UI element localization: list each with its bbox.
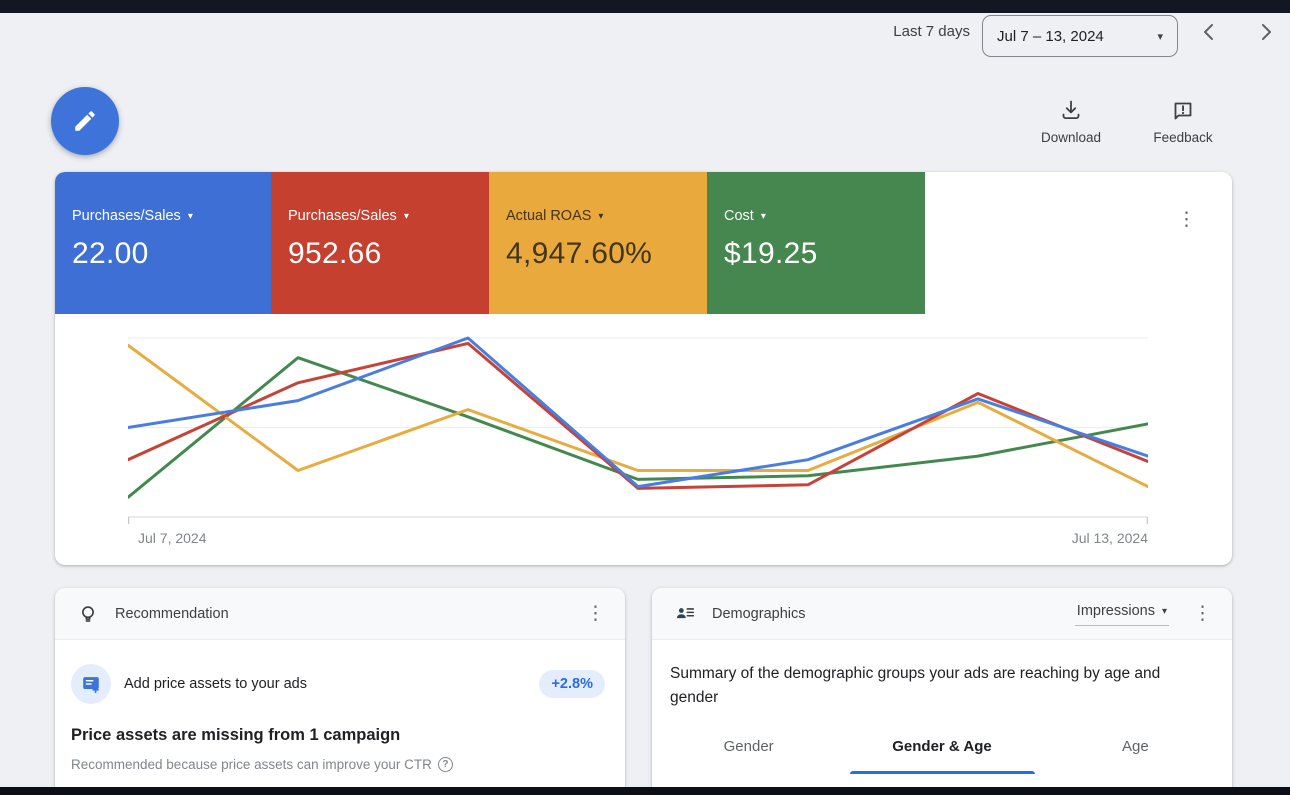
metric-value: 952.66 <box>288 237 382 270</box>
tab-gender[interactable]: Gender <box>652 728 845 769</box>
chart-line <box>128 341 1148 490</box>
demographics-card-header: Demographics Impressions ▾ ⋮ <box>652 588 1232 640</box>
performance-overview-card: Purchases/Sales ▾ 22.00 Purchases/Sales ▾ … <box>55 172 1232 565</box>
google-ads-overview-screen: Last 7 days Jul 7 – 13, 2024 ▾ Download <box>0 0 1290 795</box>
download-label: Download <box>1040 130 1102 145</box>
chart-line <box>128 343 1148 489</box>
top-letterbox-bar <box>0 0 1290 13</box>
date-range-preset-label: Last 7 days <box>893 23 970 40</box>
price-asset-icon <box>71 664 111 704</box>
x-axis-label-start: Jul 7, 2024 <box>138 530 207 546</box>
performance-line-chart[interactable] <box>128 328 1148 528</box>
chevron-down-icon: ▾ <box>1157 30 1163 43</box>
metric-tile-purchases-sales-1[interactable]: Purchases/Sales ▾ 22.00 <box>55 172 271 314</box>
recommendation-card-title: Recommendation <box>115 605 229 622</box>
x-axis-label-end: Jul 13, 2024 <box>1071 530 1148 546</box>
demographics-tabs: Gender Gender & Age Age <box>652 728 1232 769</box>
demographics-metric-value: Impressions <box>1076 603 1155 619</box>
metric-value: 22.00 <box>72 237 149 270</box>
tab-gender-and-age[interactable]: Gender & Age <box>845 728 1038 769</box>
metric-tile-purchases-sales-2[interactable]: Purchases/Sales ▾ 952.66 <box>271 172 489 314</box>
bottom-letterbox-bar <box>0 787 1290 795</box>
recommendation-item[interactable]: Add price assets to your ads +2.8% <box>55 640 625 704</box>
lightbulb-icon <box>77 603 99 625</box>
chevron-down-icon: ▾ <box>598 210 604 222</box>
demographics-menu-kebab-icon[interactable]: ⋮ <box>1193 604 1212 623</box>
demographics-card-title: Demographics <box>712 605 806 622</box>
date-range-value: Jul 7 – 13, 2024 <box>997 27 1104 45</box>
demographics-summary: Summary of the demographic groups your a… <box>670 665 1161 706</box>
recommendation-headline: Price assets are missing from 1 campaign <box>71 726 401 744</box>
demographics-person-list-icon <box>674 603 696 625</box>
download-icon <box>1026 98 1116 124</box>
metric-tiles: Purchases/Sales ▾ 22.00 Purchases/Sales ▾ … <box>55 172 925 314</box>
recommendation-item-title[interactable]: Add price assets to your ads <box>124 676 539 692</box>
next-period-button[interactable] <box>1254 20 1278 44</box>
chart-series-lines <box>128 336 1148 499</box>
chevron-down-icon: ▾ <box>760 210 766 222</box>
metric-label: Actual ROAS <box>506 208 592 224</box>
recommendation-subtext: Recommended because price assets can imp… <box>55 745 625 772</box>
chevron-down-icon: ▾ <box>187 210 193 222</box>
recommendation-menu-kebab-icon[interactable]: ⋮ <box>586 604 605 623</box>
metric-value: $19.25 <box>724 237 818 270</box>
previous-period-button[interactable] <box>1197 20 1221 44</box>
active-tab-indicator <box>850 771 1035 774</box>
metric-label: Purchases/Sales <box>72 208 181 224</box>
metric-label: Cost <box>724 208 754 224</box>
x-axis-labels: Jul 7, 2024 Jul 13, 2024 <box>128 530 1148 546</box>
metric-tile-actual-roas[interactable]: Actual ROAS ▾ 4,947.60% <box>489 172 707 314</box>
date-range-selector[interactable]: Jul 7 – 13, 2024 ▾ <box>982 15 1178 57</box>
recommendation-subtext-text: Recommended because price assets can imp… <box>71 757 432 772</box>
recommendation-card: Recommendation ⋮ Add price assets to you… <box>55 588 625 795</box>
help-icon[interactable]: ? <box>437 757 453 772</box>
demographics-metric-selector[interactable]: Impressions ▾ <box>1074 601 1169 626</box>
download-button[interactable]: Download <box>1026 98 1116 145</box>
chevron-left-icon <box>1204 24 1213 40</box>
feedback-label: Feedback <box>1153 130 1213 145</box>
demographics-card: Demographics Impressions ▾ ⋮ Summary of … <box>652 588 1232 795</box>
pencil-icon <box>75 111 95 131</box>
feedback-icon <box>1138 98 1228 124</box>
uplift-badge: +2.8% <box>539 670 605 698</box>
chevron-down-icon: ▾ <box>1161 605 1167 617</box>
tab-age[interactable]: Age <box>1039 728 1232 769</box>
metric-tile-cost[interactable]: Cost ▾ $19.25 <box>707 172 925 314</box>
chevron-down-icon: ▾ <box>403 210 409 222</box>
feedback-button[interactable]: Feedback <box>1138 98 1228 145</box>
card-menu-kebab-icon[interactable]: ⋮ <box>1177 210 1196 229</box>
edit-button[interactable] <box>51 87 119 155</box>
metric-value: 4,947.60% <box>506 237 653 270</box>
chevron-right-icon <box>1262 24 1271 40</box>
metric-label: Purchases/Sales <box>288 208 397 224</box>
recommendation-card-header: Recommendation ⋮ <box>55 588 625 640</box>
